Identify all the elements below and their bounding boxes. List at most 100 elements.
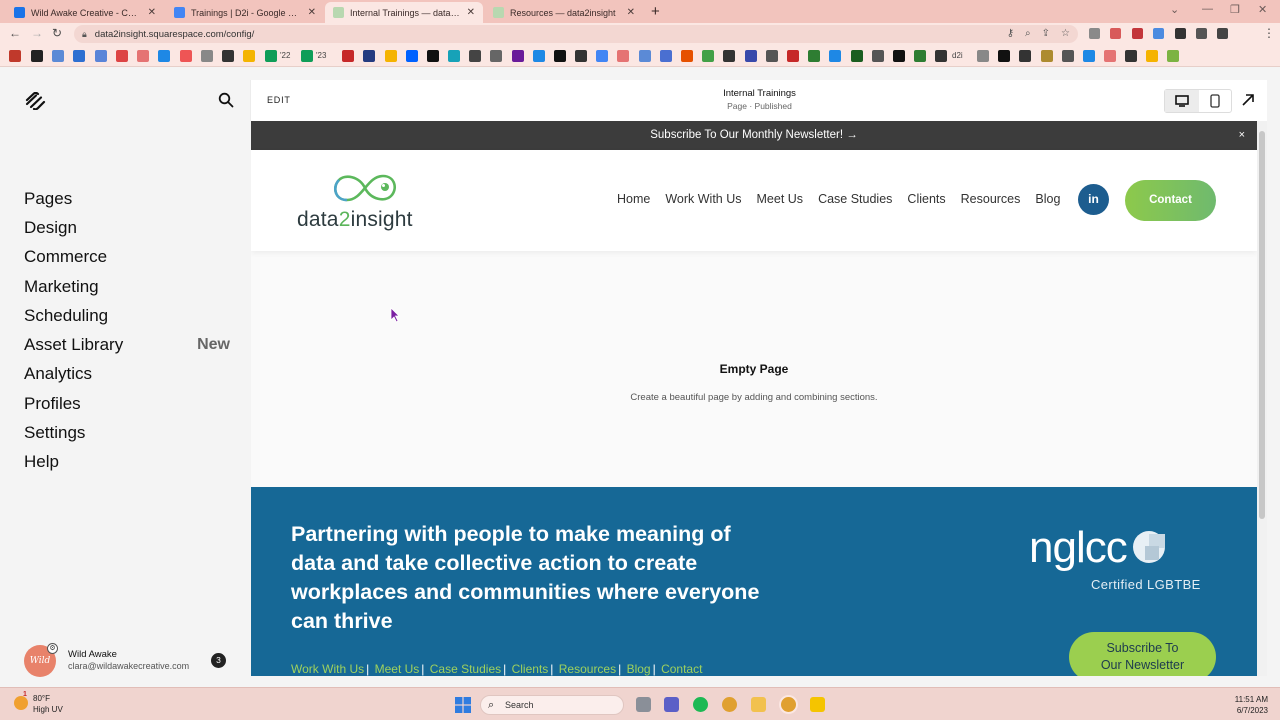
bookmark-icon[interactable] bbox=[617, 50, 629, 62]
close-icon[interactable]: ✕ bbox=[627, 7, 635, 18]
nav-link-home[interactable]: Home bbox=[617, 192, 650, 206]
weather-widget[interactable]: 1 80°F High UV bbox=[12, 691, 63, 717]
bookmark-icon[interactable] bbox=[385, 50, 397, 62]
notification-count-badge[interactable]: 3 bbox=[211, 653, 226, 668]
extension-icon[interactable] bbox=[1153, 28, 1164, 39]
chrome-icon[interactable] bbox=[722, 697, 737, 712]
footer-link-work-with-us[interactable]: Work With Us bbox=[291, 662, 364, 676]
bookmark-icon[interactable] bbox=[893, 50, 905, 62]
bookmark-icon[interactable] bbox=[95, 50, 107, 62]
star-icon[interactable]: ☆ bbox=[1061, 28, 1070, 39]
avatar[interactable]: Wild ⚙ bbox=[24, 643, 58, 677]
bookmark-icon[interactable] bbox=[490, 50, 502, 62]
chrome-profile-icon[interactable] bbox=[781, 697, 796, 712]
bookmark-icon[interactable] bbox=[872, 50, 884, 62]
bookmark-icon[interactable] bbox=[977, 50, 989, 62]
bookmark-label[interactable]: '23 bbox=[316, 51, 326, 60]
contact-button[interactable]: Contact bbox=[1125, 180, 1216, 221]
subscribe-newsletter-button[interactable]: Subscribe To Our Newsletter bbox=[1069, 632, 1216, 676]
bookmark-icon[interactable] bbox=[554, 50, 566, 62]
bookmark-label[interactable]: '22 bbox=[280, 51, 290, 60]
drive-icon[interactable] bbox=[243, 50, 255, 62]
account-profile[interactable]: Wild ⚙ Wild Awake clara@wildawakecreativ… bbox=[24, 643, 234, 678]
bookmark-icon[interactable] bbox=[533, 50, 545, 62]
key-icon[interactable]: ⚷ bbox=[1007, 28, 1014, 39]
bookmark-icon[interactable] bbox=[1146, 50, 1158, 62]
bookmark-icon[interactable] bbox=[201, 50, 213, 62]
bookmark-icon[interactable] bbox=[702, 50, 714, 62]
bookmark-icon[interactable] bbox=[766, 50, 778, 62]
bookmark-icon[interactable] bbox=[222, 50, 234, 62]
bookmark-icon[interactable] bbox=[342, 50, 354, 62]
apps-grid-icon[interactable] bbox=[1175, 28, 1186, 39]
browser-tab[interactable]: Trainings | D2i - Google Docs ✕ bbox=[166, 2, 324, 23]
bookmark-icon[interactable] bbox=[9, 50, 21, 62]
close-icon[interactable]: ✕ bbox=[148, 7, 156, 18]
taskbar-search-input[interactable]: ⌕ Search bbox=[480, 695, 624, 715]
extension-icon[interactable] bbox=[1110, 28, 1121, 39]
footer-link-meet-us[interactable]: Meet Us bbox=[375, 662, 420, 676]
browser-tab[interactable]: Wild Awake Creative - Calendar - ✕ bbox=[6, 2, 164, 23]
bookmark-icon[interactable] bbox=[52, 50, 64, 62]
bookmark-icon[interactable] bbox=[681, 50, 693, 62]
sidebar-item-scheduling[interactable]: Scheduling bbox=[24, 301, 230, 330]
kebab-menu-icon[interactable]: ⋮ bbox=[1263, 26, 1275, 40]
preview-scrollbar[interactable] bbox=[1257, 121, 1267, 676]
bookmark-icon[interactable] bbox=[1019, 50, 1031, 62]
sheets-icon[interactable] bbox=[265, 50, 277, 62]
window-close-icon[interactable]: ✕ bbox=[1258, 3, 1267, 16]
scrollbar-thumb[interactable] bbox=[1259, 131, 1265, 519]
sidebar-item-pages[interactable]: Pages bbox=[24, 184, 230, 213]
bookmark-icon[interactable] bbox=[1083, 50, 1095, 62]
footer-link-case-studies[interactable]: Case Studies bbox=[430, 662, 501, 676]
bookmark-icon[interactable] bbox=[427, 50, 439, 62]
bookmark-icon[interactable] bbox=[448, 50, 460, 62]
bookmark-icon[interactable] bbox=[1104, 50, 1116, 62]
footer-link-blog[interactable]: Blog bbox=[627, 662, 651, 676]
close-icon[interactable]: ✕ bbox=[467, 7, 475, 18]
reload-icon[interactable]: ↻ bbox=[52, 26, 62, 40]
back-icon[interactable]: ← bbox=[9, 26, 21, 40]
bookmark-icon[interactable] bbox=[745, 50, 757, 62]
bookmark-icon[interactable] bbox=[469, 50, 481, 62]
nav-link-clients[interactable]: Clients bbox=[907, 192, 945, 206]
bookmark-icon[interactable] bbox=[660, 50, 672, 62]
bookmark-icon[interactable] bbox=[1062, 50, 1074, 62]
close-icon[interactable]: × bbox=[1239, 121, 1245, 150]
sidebar-item-profiles[interactable]: Profiles bbox=[24, 389, 230, 418]
new-tab-icon[interactable]: + bbox=[651, 3, 660, 20]
task-view-icon[interactable] bbox=[636, 697, 651, 712]
open-external-icon[interactable] bbox=[1241, 93, 1255, 107]
forward-icon[interactable]: → bbox=[31, 26, 43, 40]
teams-chat-icon[interactable] bbox=[664, 697, 679, 712]
bookmark-icon[interactable] bbox=[31, 50, 43, 62]
chevron-down-icon[interactable]: ⌄ bbox=[1170, 3, 1179, 16]
nav-link-meet-us[interactable]: Meet Us bbox=[757, 192, 804, 206]
bookmark-icon[interactable] bbox=[829, 50, 841, 62]
bookmark-icon[interactable] bbox=[914, 50, 926, 62]
paypal-icon[interactable] bbox=[363, 50, 375, 62]
nav-link-case-studies[interactable]: Case Studies bbox=[818, 192, 892, 206]
mobile-icon[interactable] bbox=[1210, 94, 1220, 108]
share-icon[interactable]: ⇪ bbox=[1042, 28, 1050, 39]
search-icon[interactable] bbox=[218, 92, 234, 108]
bookmark-icon[interactable] bbox=[935, 50, 947, 62]
maximize-icon[interactable]: ❐ bbox=[1230, 3, 1240, 16]
notes-app-icon[interactable] bbox=[810, 697, 825, 712]
bookmark-icon[interactable] bbox=[639, 50, 651, 62]
bookmark-icon[interactable] bbox=[158, 50, 170, 62]
site-logo[interactable]: data2insight bbox=[297, 170, 437, 234]
footer-link-clients[interactable]: Clients bbox=[512, 662, 549, 676]
announcement-bar[interactable]: Subscribe To Our Monthly Newsletter! → × bbox=[251, 121, 1257, 150]
bookmark-icon[interactable] bbox=[406, 50, 418, 62]
minimize-icon[interactable]: — bbox=[1202, 3, 1213, 15]
bookmark-icon[interactable] bbox=[180, 50, 192, 62]
sidebar-item-help[interactable]: Help bbox=[24, 448, 230, 477]
nav-link-resources[interactable]: Resources bbox=[961, 192, 1021, 206]
sidebar-item-analytics[interactable]: Analytics bbox=[24, 360, 230, 389]
sidebar-item-commerce[interactable]: Commerce bbox=[24, 243, 230, 272]
close-icon[interactable]: ✕ bbox=[308, 7, 316, 18]
system-clock[interactable]: 11:51 AM 6/7/2023 bbox=[1226, 694, 1268, 716]
linkedin-icon[interactable]: in bbox=[1078, 184, 1109, 215]
bookmark-icon[interactable] bbox=[73, 50, 85, 62]
